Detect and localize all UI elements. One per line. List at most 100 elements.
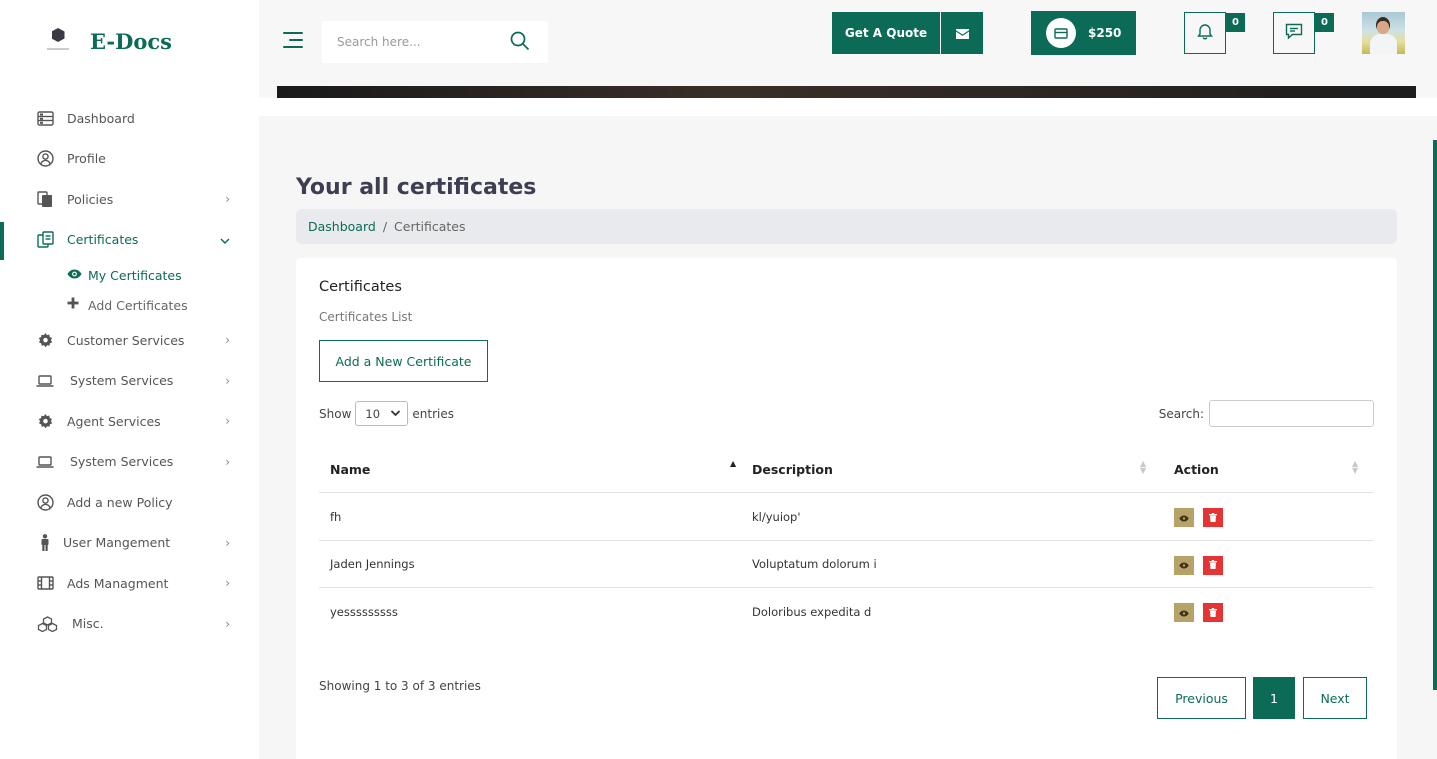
sidebar-subitem-my-certificates[interactable]: My Certificates (0, 260, 259, 290)
trash-icon (1209, 511, 1217, 525)
chevron-right-icon: › (225, 333, 230, 348)
sidebar-item-profile[interactable]: Profile (0, 139, 259, 180)
brand-logo-icon (44, 26, 72, 56)
laptop-icon (36, 372, 54, 390)
column-header-name[interactable]: Name (330, 446, 370, 493)
entries-per-page-value: 10 (365, 406, 381, 421)
eye-icon (1179, 606, 1189, 620)
eye-icon (1179, 511, 1189, 525)
sidebar-item-certificates[interactable]: Certificates (0, 220, 259, 261)
trash-icon (1209, 606, 1217, 620)
cell-name: Jaden Jennings (330, 557, 415, 571)
balance-amount: $250 (1088, 26, 1122, 40)
view-button[interactable] (1174, 508, 1194, 527)
table-search-input[interactable] (1209, 400, 1374, 427)
sidebar-item-label: Policies (67, 191, 114, 207)
mail-button[interactable] (941, 12, 983, 54)
sidebar-item-label: Certificates (67, 232, 139, 248)
chevron-right-icon: › (225, 414, 230, 429)
notifications-badge: 0 (1226, 13, 1245, 32)
sidebar-item-agent-services[interactable]: Agent Services › (0, 401, 259, 442)
sort-icon[interactable]: ▲ (730, 460, 736, 468)
gear-icon (36, 412, 54, 430)
add-new-certificate-button[interactable]: Add a New Certificate (319, 340, 488, 382)
banner-image (277, 86, 1416, 98)
table-row: Jaden Jennings Voluptatum dolorum i (319, 541, 1374, 588)
table-search-label: Search: (1158, 406, 1204, 421)
cell-description: kl/yuiop' (752, 509, 801, 524)
view-button[interactable] (1174, 555, 1194, 575)
sidebar-item-dashboard[interactable]: Dashboard (0, 98, 259, 139)
topbar: Get A Quote $250 0 0 (259, 0, 1437, 116)
header-search (322, 21, 548, 63)
breadcrumb: Dashboard / Certificates (296, 209, 1397, 244)
sort-icon[interactable]: ▲ ▼ (1140, 460, 1146, 475)
dashboard-icon (36, 109, 54, 127)
search-input[interactable] (337, 35, 507, 49)
sidebar-item-policies[interactable]: Policies › (0, 179, 259, 220)
eye-icon (67, 268, 83, 283)
sidebar-subitem-add-certificates[interactable]: Add Certificates (0, 290, 259, 320)
get-quote-button[interactable]: Get A Quote (832, 12, 940, 54)
menu-toggle-icon[interactable] (283, 32, 303, 48)
cubes-icon (36, 615, 58, 633)
view-button[interactable] (1174, 603, 1194, 622)
delete-button[interactable] (1203, 603, 1223, 622)
scrollbar[interactable] (1433, 140, 1437, 690)
length-entries-label: entries (412, 406, 454, 421)
entries-per-page-select[interactable]: 10 (355, 401, 409, 426)
certificates-icon (36, 231, 54, 249)
sidebar-nav: Dashboard Profile Policies › Certificate… (0, 98, 259, 644)
avatar[interactable] (1362, 12, 1405, 54)
eye-icon (1179, 558, 1189, 572)
profile-icon (36, 150, 54, 168)
cell-name: fh (330, 509, 342, 524)
messages-badge: 0 (1315, 13, 1334, 32)
delete-button[interactable] (1203, 508, 1223, 527)
sidebar-item-user-management[interactable]: User Mangement › (0, 523, 259, 564)
sidebar-item-label: Ads Managment (67, 575, 169, 591)
table-length-control: Show 10 entries (319, 401, 454, 426)
pagination-next-button[interactable]: Next (1303, 677, 1367, 719)
table-search: Search: (1159, 400, 1374, 427)
sidebar-item-system-services[interactable]: System Services › (0, 361, 259, 402)
policies-icon (36, 190, 54, 208)
table-row: fh kl/yuiop' (319, 493, 1374, 541)
sidebar-item-add-new-policy[interactable]: Add a new Policy (0, 482, 259, 523)
sort-icon[interactable]: ▲ ▼ (1352, 460, 1358, 475)
certificates-table: Name ▲ Description ▲ ▼ Action ▲ ▼ fh kl/yu… (319, 446, 1374, 636)
notifications-button[interactable] (1184, 12, 1226, 54)
chevron-right-icon: › (225, 616, 230, 631)
messages-button[interactable] (1273, 12, 1315, 54)
sidebar-item-label: Customer Services (67, 332, 185, 348)
wallet-balance-button[interactable]: $250 (1031, 11, 1136, 55)
column-header-action[interactable]: Action (1174, 446, 1219, 493)
sidebar-item-misc[interactable]: Misc. › (0, 604, 259, 645)
pagination-page-1[interactable]: 1 (1253, 677, 1295, 719)
breadcrumb-separator: / (382, 219, 388, 234)
pagination-previous-button[interactable]: Previous (1157, 677, 1246, 719)
column-header-description[interactable]: Description (752, 446, 833, 493)
chevron-down-icon (220, 233, 230, 247)
brand[interactable]: E-Docs (44, 26, 172, 56)
table-row: yesssssssss Doloribus expedita d (319, 588, 1374, 636)
card-subtitle: Certificates List (319, 310, 413, 324)
page-title: Your all certificates (296, 175, 537, 200)
breadcrumb-current: Certificates (394, 219, 466, 234)
film-icon (36, 574, 54, 592)
sidebar-item-label: Misc. (72, 616, 104, 632)
breadcrumb-dashboard-link[interactable]: Dashboard (308, 219, 376, 234)
envelope-icon (955, 24, 969, 43)
cell-description: Voluptatum dolorum i (752, 557, 877, 571)
chevron-right-icon: › (225, 454, 230, 469)
cell-name: yesssssssss (330, 604, 398, 619)
search-icon[interactable] (510, 31, 530, 55)
sidebar-item-label: Profile (67, 151, 106, 167)
delete-button[interactable] (1203, 555, 1223, 575)
sidebar-item-system-services-2[interactable]: System Services › (0, 442, 259, 483)
sidebar-item-customer-services[interactable]: Customer Services › (0, 320, 259, 361)
table-header: Name ▲ Description ▲ ▼ Action ▲ ▼ (319, 446, 1374, 493)
sidebar-item-label: System Services (70, 454, 174, 470)
sidebar-item-ads-management[interactable]: Ads Managment › (0, 563, 259, 604)
trash-icon (1209, 558, 1217, 572)
